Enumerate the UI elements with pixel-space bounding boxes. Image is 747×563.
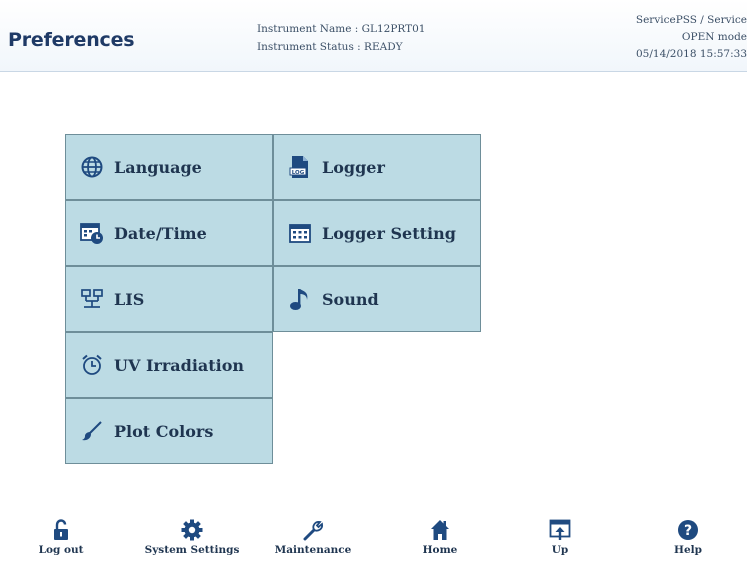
plot-colors-button[interactable]: Plot Colors xyxy=(65,398,273,464)
logger-label: Logger xyxy=(322,157,385,177)
network-icon xyxy=(80,287,104,311)
system-settings-label: System Settings xyxy=(144,544,240,556)
footer-toolbar: Log out System Settings Maintenance Home… xyxy=(0,515,747,563)
header-bar: Preferences Instrument Name : GL12PRT01 … xyxy=(0,0,747,72)
preferences-menu: Language Date/Time LIS UV Irradiation Pl… xyxy=(0,73,747,503)
instrument-status: Instrument Status : READY xyxy=(257,41,403,53)
up-button[interactable]: Up xyxy=(540,515,580,563)
date-time-label: Date/Time xyxy=(114,223,207,243)
help-button[interactable]: ? Help xyxy=(668,515,708,563)
up-label: Up xyxy=(551,544,569,556)
logger-setting-label: Logger Setting xyxy=(322,223,456,243)
up-arrow-window-icon xyxy=(549,515,571,541)
sound-label: Sound xyxy=(322,289,379,309)
plot-colors-label: Plot Colors xyxy=(114,421,214,441)
user-info: ServicePSS / Service OPEN mode 05/14/201… xyxy=(597,12,747,63)
lis-button[interactable]: LIS xyxy=(65,266,273,332)
date-time-button[interactable]: Date/Time xyxy=(65,200,273,266)
unlock-icon xyxy=(53,515,69,541)
access-mode: OPEN mode xyxy=(681,31,747,43)
system-settings-button[interactable]: System Settings xyxy=(140,515,244,563)
uv-irradiation-label: UV Irradiation xyxy=(114,355,245,375)
user-name: ServicePSS / Service xyxy=(635,14,747,26)
svg-text:LOG: LOG xyxy=(292,170,305,176)
home-button[interactable]: Home xyxy=(418,515,462,563)
page-title: Preferences xyxy=(8,29,135,51)
help-label: Help xyxy=(674,544,702,556)
calendar-icon xyxy=(288,221,312,245)
language-button[interactable]: Language xyxy=(65,134,273,200)
current-datetime: 05/14/2018 15:57:33 xyxy=(635,48,747,60)
lis-label: LIS xyxy=(114,289,145,309)
log-out-label: Log out xyxy=(38,544,84,556)
maintenance-button[interactable]: Maintenance xyxy=(268,515,358,563)
home-icon xyxy=(430,515,450,541)
home-label: Home xyxy=(422,544,458,556)
logger-setting-button[interactable]: Logger Setting xyxy=(273,200,481,266)
maintenance-label: Maintenance xyxy=(274,544,352,556)
gear-icon xyxy=(181,515,203,541)
logger-button[interactable]: LOG Logger xyxy=(273,134,481,200)
uv-irradiation-button[interactable]: UV Irradiation xyxy=(65,332,273,398)
log-out-button[interactable]: Log out xyxy=(36,515,86,563)
calendar-clock-icon xyxy=(80,221,104,245)
sound-button[interactable]: Sound xyxy=(273,266,481,332)
music-note-icon xyxy=(288,287,312,311)
wrench-icon xyxy=(302,515,324,541)
language-label: Language xyxy=(114,157,202,177)
paint-brush-icon xyxy=(80,419,104,443)
svg-text:?: ? xyxy=(684,523,692,539)
help-icon: ? xyxy=(677,515,699,541)
alarm-clock-icon xyxy=(80,353,104,377)
instrument-name: Instrument Name : GL12PRT01 xyxy=(257,23,426,35)
log-file-icon: LOG xyxy=(288,155,312,179)
globe-icon xyxy=(80,155,104,179)
instrument-info: Instrument Name : GL12PRT01 Instrument S… xyxy=(257,20,426,56)
